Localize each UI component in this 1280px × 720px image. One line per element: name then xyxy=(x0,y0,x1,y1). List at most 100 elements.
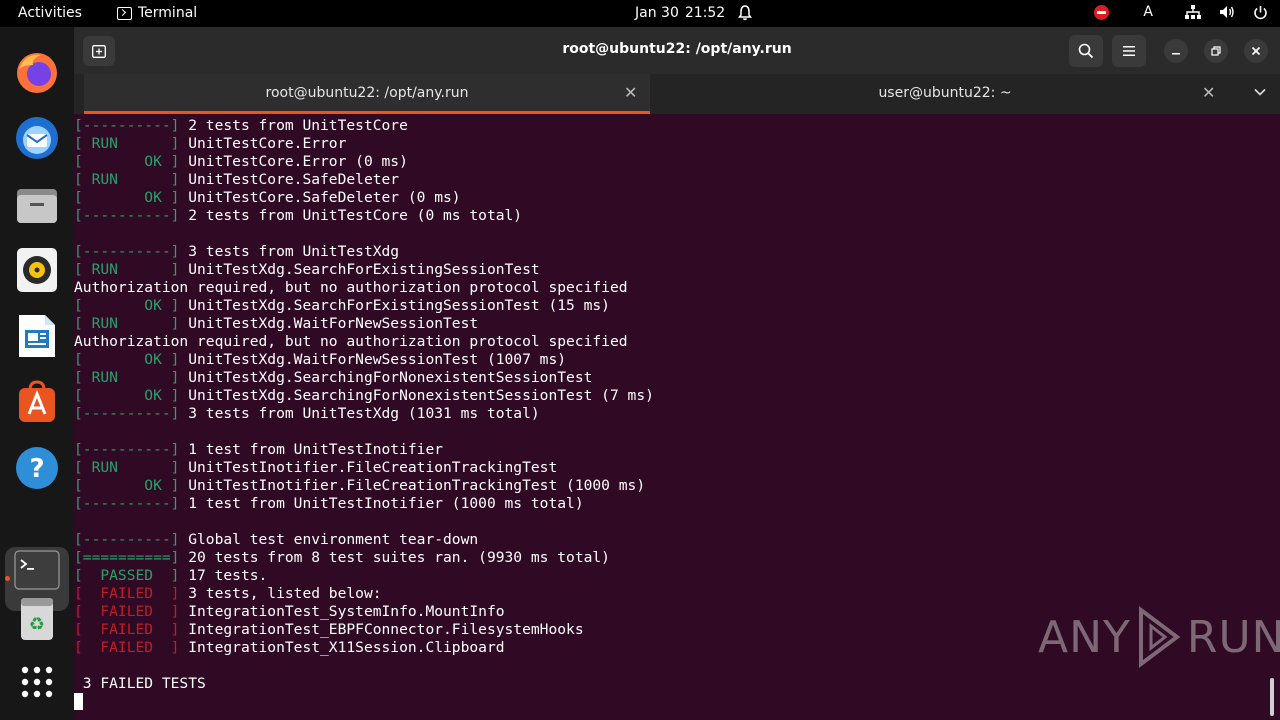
terminal-line-text: UnitTestXdg.WaitForNewSessionTest (1007 … xyxy=(179,351,567,368)
activities-button[interactable]: Activities xyxy=(18,5,82,21)
test-status-tag: [ PASSED ] xyxy=(74,567,180,584)
terminal-line-text: UnitTestCore.SafeDeleter xyxy=(179,171,400,188)
terminal-line: Authorization required, but no authoriza… xyxy=(74,279,1264,297)
tab-user-home[interactable]: user@ubuntu22: ~ ✕ xyxy=(662,74,1228,114)
test-status-tag: [----------] xyxy=(74,495,180,512)
terminal-line: [==========] 20 tests from 8 test suites… xyxy=(74,549,1264,567)
terminal-line-text: 3 tests, listed below: xyxy=(179,585,382,602)
terminal-line: [----------] 2 tests from UnitTestCore (… xyxy=(74,207,1264,225)
terminal-line: [----------] Global test environment tea… xyxy=(74,531,1264,549)
terminal-line-text: 1 test from UnitTestInotifier xyxy=(179,441,444,458)
help-icon[interactable]: ? xyxy=(13,444,61,492)
minimize-button[interactable] xyxy=(1164,39,1188,63)
terminal-line: [ RUN ] UnitTestXdg.SearchForExistingSes… xyxy=(74,261,1264,279)
watermark-text-right: RUN xyxy=(1186,611,1280,663)
terminal-line-text: IntegrationTest_SystemInfo.MountInfo xyxy=(179,603,505,620)
test-status-tag: [ FAILED ] xyxy=(74,603,180,620)
test-status-tag: [ RUN ] xyxy=(74,315,180,332)
app-menu-button[interactable]: Terminal xyxy=(117,5,197,21)
terminal-line-text: 17 tests. xyxy=(179,567,268,584)
tab-close-icon[interactable]: ✕ xyxy=(624,83,637,102)
terminal-line-text: 2 tests from UnitTestCore xyxy=(179,117,408,134)
test-status-tag: [----------] xyxy=(74,441,180,458)
do-not-disturb-icon[interactable] xyxy=(1094,4,1110,20)
running-indicator xyxy=(5,576,10,581)
input-source-indicator[interactable]: A xyxy=(1143,4,1153,20)
notification-bell-icon xyxy=(738,5,752,21)
clock-button[interactable]: Jan 30 21:52 xyxy=(635,5,725,21)
svg-text:♻: ♻ xyxy=(29,614,45,635)
terminal-line-text: UnitTestXdg.WaitForNewSessionTest xyxy=(179,315,479,332)
close-window-button[interactable] xyxy=(1244,39,1268,63)
test-status-tag: [ RUN ] xyxy=(74,135,180,152)
top-bar: Activities Terminal Jan 30 21:52 A xyxy=(0,0,1280,27)
minimize-icon xyxy=(1172,53,1180,55)
svg-text:?: ? xyxy=(29,454,44,484)
app-name: Terminal xyxy=(138,5,198,21)
terminal-line-text: UnitTestInotifier.FileCreationTrackingTe… xyxy=(179,477,646,494)
files-icon[interactable] xyxy=(13,181,61,229)
terminal-line-text: 3 tests from UnitTestXdg xyxy=(179,243,400,260)
test-status-tag: [ RUN ] xyxy=(74,171,180,188)
terminal-line: [ OK ] UnitTestXdg.SearchingForNonexiste… xyxy=(74,387,1264,405)
firefox-icon[interactable] xyxy=(13,49,61,97)
maximize-button[interactable] xyxy=(1204,39,1228,63)
terminal-line: [ RUN ] UnitTestXdg.WaitForNewSessionTes… xyxy=(74,315,1264,333)
test-status-tag: [----------] xyxy=(74,531,180,548)
hamburger-menu-icon xyxy=(1123,46,1135,56)
terminal-line-text: UnitTestCore.Error (0 ms) xyxy=(179,153,408,170)
test-status-tag: [ OK ] xyxy=(74,477,180,494)
test-status-tag: [ FAILED ] xyxy=(74,585,180,602)
rhythmbox-icon[interactable] xyxy=(13,246,61,294)
terminal-app-icon[interactable] xyxy=(13,546,61,594)
terminal-line: [ RUN ] UnitTestCore.Error xyxy=(74,135,1264,153)
terminal-line: [----------] 2 tests from UnitTestCore xyxy=(74,117,1264,135)
network-icon[interactable] xyxy=(1185,4,1201,20)
terminal-line-text: UnitTestInotifier.FileCreationTrackingTe… xyxy=(179,459,558,476)
test-status-tag: [ RUN ] xyxy=(74,261,180,278)
header-bar: root@ubuntu22: /opt/any.run xyxy=(74,27,1280,74)
test-status-tag: [----------] xyxy=(74,405,180,422)
terminal-line: [ OK ] UnitTestXdg.WaitForNewSessionTest… xyxy=(74,351,1264,369)
terminal-line-text: Authorization required, but no authoriza… xyxy=(74,279,628,296)
search-button[interactable] xyxy=(1069,35,1103,67)
terminal-line-text: 3 FAILED TESTS xyxy=(74,675,206,692)
test-status-tag: [ OK ] xyxy=(74,351,180,368)
terminal-line-text: 1 test from UnitTestInotifier (1000 ms t… xyxy=(179,495,584,512)
terminal-line: [ OK ] UnitTestXdg.SearchForExistingSess… xyxy=(74,297,1264,315)
terminal-line: [ FAILED ] 3 tests, listed below: xyxy=(74,585,1264,603)
terminal-scrollbar[interactable] xyxy=(1270,678,1274,716)
power-icon[interactable] xyxy=(1253,5,1268,20)
tab-close-icon[interactable]: ✕ xyxy=(1202,83,1215,102)
terminal-line: [----------] 1 test from UnitTestInotifi… xyxy=(74,441,1264,459)
menu-button[interactable] xyxy=(1112,35,1146,67)
show-apps-grid-icon[interactable] xyxy=(13,658,61,706)
terminal-line: [ OK ] UnitTestCore.Error (0 ms) xyxy=(74,153,1264,171)
anyrun-watermark: ANY RUN xyxy=(1038,606,1280,668)
date-label: Jan 30 xyxy=(635,5,679,21)
test-status-tag: [ FAILED ] xyxy=(74,621,180,638)
trash-icon[interactable]: ♻ xyxy=(13,595,61,643)
terminal-line: Authorization required, but no authoriza… xyxy=(74,333,1264,351)
app-center-icon[interactable] xyxy=(13,378,61,426)
test-status-tag: [----------] xyxy=(74,243,180,260)
prompt-line[interactable] xyxy=(74,693,1264,711)
system-tray[interactable]: A xyxy=(1094,4,1268,20)
terminal-line-text: UnitTestCore.Error xyxy=(179,135,347,152)
tab-root-any-run[interactable]: root@ubuntu22: /opt/any.run ✕ xyxy=(84,74,650,114)
terminal-line-text: UnitTestXdg.SearchingForNonexistentSessi… xyxy=(179,387,654,404)
thunderbird-icon[interactable] xyxy=(13,114,61,162)
terminal-line: [ PASSED ] 17 tests. xyxy=(74,567,1264,585)
volume-icon[interactable] xyxy=(1219,5,1235,19)
tab-list-dropdown[interactable] xyxy=(1254,84,1266,100)
terminal-line: [ RUN ] UnitTestCore.SafeDeleter xyxy=(74,171,1264,189)
terminal-line: [----------] 3 tests from UnitTestXdg (1… xyxy=(74,405,1264,423)
terminal-line-text: UnitTestXdg.SearchingForNonexistentSessi… xyxy=(179,369,593,386)
tab-label: user@ubuntu22: ~ xyxy=(878,85,1012,101)
libreoffice-writer-icon[interactable] xyxy=(13,312,61,360)
test-status-tag: [----------] xyxy=(74,207,180,224)
terminal-line: [----------] 3 tests from UnitTestXdg xyxy=(74,243,1264,261)
play-logo-icon xyxy=(1138,606,1181,668)
